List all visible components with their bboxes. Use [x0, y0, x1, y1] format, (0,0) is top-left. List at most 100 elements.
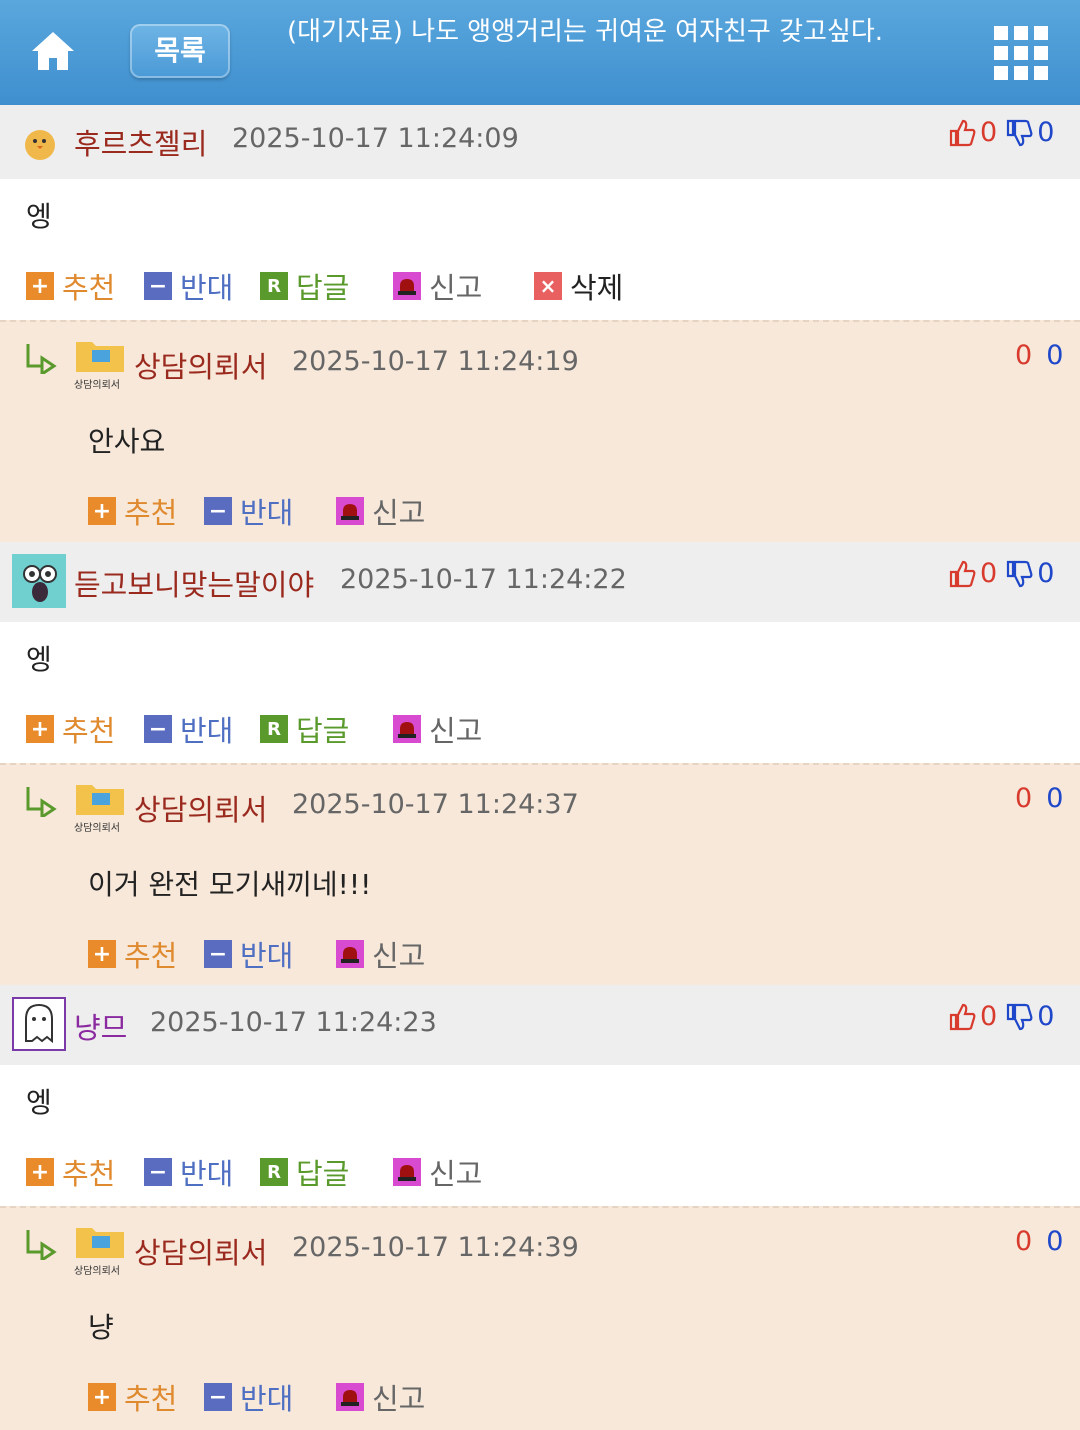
thumbs-down-icon[interactable]	[1005, 1002, 1033, 1032]
avatar-caption: 상담의뢰서	[74, 823, 120, 834]
report-button[interactable]: 신고	[336, 1376, 425, 1418]
comment-date: 2025-10-17 11:24:37	[292, 789, 579, 820]
comment-author[interactable]: 후르츠젤리	[74, 121, 207, 163]
report-button[interactable]: 신고	[393, 265, 482, 307]
comment-author[interactable]: 상담의뢰서	[134, 787, 267, 829]
thumbs-up-icon[interactable]	[948, 118, 976, 148]
reply-label: 답글	[296, 714, 350, 748]
down-count[interactable]: 0	[1046, 1226, 1063, 1257]
report-label: 신고	[429, 271, 483, 305]
comment-header: 후르츠젤리 2025-10-17 11:24:09 0 0	[0, 105, 1080, 179]
oppose-button[interactable]: − 반대	[144, 1151, 233, 1193]
recommend-button[interactable]: + 추천	[26, 265, 115, 307]
reply-comment: 상담의뢰서 상담의뢰서 2025-10-17 11:24:39 0 0 냥 + …	[0, 1206, 1080, 1430]
recommend-label: 추천	[62, 714, 116, 748]
minus-icon: −	[144, 272, 172, 300]
recommend-button[interactable]: + 추천	[26, 708, 115, 750]
comment-author[interactable]: 듣고보니맞는말이야	[74, 562, 314, 604]
recommend-button[interactable]: + 추천	[88, 1376, 177, 1418]
comment-date: 2025-10-17 11:24:09	[232, 123, 519, 154]
comment-body: 엥 + 추천 − 반대 R 답글 신고	[0, 622, 1080, 763]
recommend-button[interactable]: + 추천	[88, 933, 177, 975]
top-bar: 목록 (대기자료) 나도 앵앵거리는 귀여운 여자친구 갖고싶다.	[0, 0, 1080, 105]
avatar-caption: 상담의뢰서	[74, 1266, 120, 1277]
thumbs-down-icon[interactable]	[1005, 118, 1033, 148]
recommend-label: 추천	[62, 1157, 116, 1191]
recommend-button[interactable]: + 추천	[26, 1151, 115, 1193]
oppose-button[interactable]: − 반대	[204, 1376, 293, 1418]
comment-author[interactable]: 상담의뢰서	[134, 1230, 267, 1272]
up-count: 0	[980, 558, 998, 589]
siren-icon	[336, 497, 364, 525]
plus-icon: +	[88, 497, 116, 525]
plus-icon: +	[26, 1158, 54, 1186]
down-count[interactable]: 0	[1046, 340, 1063, 371]
oppose-button[interactable]: − 반대	[144, 265, 233, 307]
oppose-button[interactable]: − 반대	[204, 490, 293, 532]
report-button[interactable]: 신고	[336, 933, 425, 975]
report-button[interactable]: 신고	[393, 1151, 482, 1193]
oppose-label: 반대	[240, 496, 294, 530]
minus-icon: −	[144, 1158, 172, 1186]
minus-icon: −	[204, 940, 232, 968]
vote-counts: 0 0	[948, 1001, 1054, 1032]
list-button[interactable]: 목록	[130, 24, 230, 78]
reply-comment: 상담의뢰서 상담의뢰서 2025-10-17 11:24:19 0 0 안사요 …	[0, 320, 1080, 542]
oppose-button[interactable]: − 반대	[144, 708, 233, 750]
up-count[interactable]: 0	[1015, 340, 1032, 371]
siren-icon	[393, 715, 421, 743]
comment-header: 듣고보니맞는말이야 2025-10-17 11:24:22 0 0	[0, 542, 1080, 622]
comment-author[interactable]: 냥므	[74, 1005, 127, 1047]
siren-icon	[393, 272, 421, 300]
ghost-avatar-icon	[12, 997, 66, 1051]
reply-arrow-icon	[26, 787, 57, 817]
home-icon[interactable]	[28, 26, 78, 76]
down-count[interactable]: 0	[1046, 783, 1063, 814]
down-count: 0	[1037, 1001, 1055, 1032]
comment-text: 안사요	[88, 425, 166, 458]
recommend-label: 추천	[124, 1382, 178, 1416]
reply-r-icon: R	[260, 715, 288, 743]
recommend-button[interactable]: + 추천	[88, 490, 177, 532]
oppose-label: 반대	[240, 939, 294, 973]
cartoon-face-avatar-icon	[12, 554, 66, 608]
vote-counts: 0 0	[1015, 340, 1063, 371]
vote-counts: 0 0	[948, 117, 1054, 148]
plus-icon: +	[26, 272, 54, 300]
folder-avatar-icon	[76, 785, 124, 815]
report-button[interactable]: 신고	[336, 490, 425, 532]
comment-date: 2025-10-17 11:24:22	[340, 564, 627, 595]
reply-button[interactable]: R 답글	[260, 265, 349, 307]
vote-counts: 0 0	[1015, 1226, 1063, 1257]
reply-button[interactable]: R 답글	[260, 708, 349, 750]
comment-date: 2025-10-17 11:24:19	[292, 346, 579, 377]
comment-date: 2025-10-17 11:24:23	[150, 1007, 437, 1038]
reply-label: 답글	[296, 1157, 350, 1191]
recommend-label: 추천	[124, 496, 178, 530]
vote-counts: 0 0	[1015, 783, 1063, 814]
thumbs-up-icon[interactable]	[948, 559, 976, 589]
reply-r-icon: R	[260, 1158, 288, 1186]
oppose-button[interactable]: − 반대	[204, 933, 293, 975]
oppose-label: 반대	[180, 1157, 234, 1191]
recommend-label: 추천	[62, 271, 116, 305]
grid-menu-icon[interactable]	[994, 26, 1048, 80]
report-button[interactable]: 신고	[393, 708, 482, 750]
comment-author[interactable]: 상담의뢰서	[134, 344, 267, 386]
up-count: 0	[980, 117, 998, 148]
folder-avatar-icon	[76, 342, 124, 372]
reply-label: 답글	[296, 271, 350, 305]
delete-button[interactable]: × 삭제	[534, 265, 623, 307]
up-count[interactable]: 0	[1015, 783, 1032, 814]
thumbs-down-icon[interactable]	[1005, 559, 1033, 589]
up-count[interactable]: 0	[1015, 1226, 1032, 1257]
comment-text: 이거 완전 모기새끼네!!!	[88, 868, 372, 901]
thumbs-up-icon[interactable]	[948, 1002, 976, 1032]
comment-body: 엥 + 추천 − 반대 R 답글 신고	[0, 1065, 1080, 1206]
reply-button[interactable]: R 답글	[260, 1151, 349, 1193]
report-label: 신고	[372, 939, 426, 973]
siren-icon	[393, 1158, 421, 1186]
vote-counts: 0 0	[948, 558, 1054, 589]
reply-comment: 상담의뢰서 상담의뢰서 2025-10-17 11:24:37 0 0 이거 완…	[0, 763, 1080, 985]
reply-r-icon: R	[260, 272, 288, 300]
